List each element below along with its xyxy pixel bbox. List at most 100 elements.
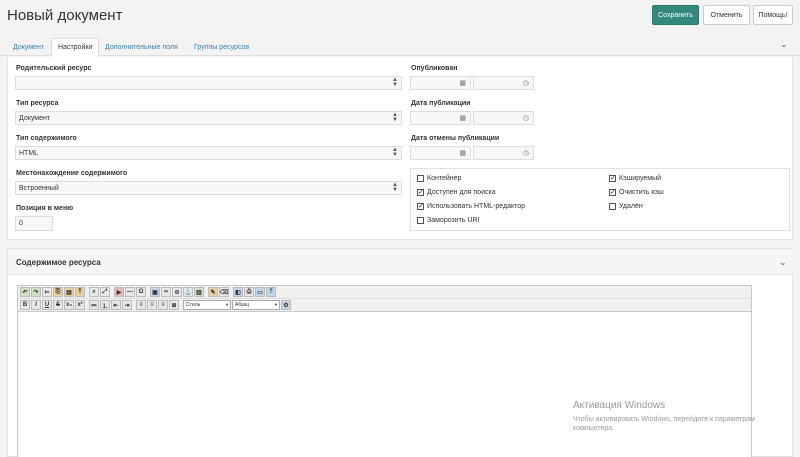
style-select[interactable]: Стиль ▼ — [183, 300, 231, 310]
save-button[interactable]: Сохранить — [652, 5, 699, 25]
strikethrough-icon[interactable]: S — [53, 300, 63, 310]
checkbox-box[interactable] — [417, 217, 424, 224]
publish-time-input[interactable]: ◷ — [473, 111, 534, 125]
bold-icon[interactable]: B — [20, 300, 30, 310]
bullet-list-icon[interactable]: ≔ — [89, 300, 99, 310]
indent-icon[interactable]: ⇥ — [122, 300, 132, 310]
outdent-icon[interactable]: ⇤ — [111, 300, 121, 310]
published-date-input[interactable]: ▦ — [410, 76, 471, 90]
toolbar-separator — [111, 287, 113, 297]
help-icon[interactable]: ? — [266, 287, 276, 297]
checkbox-html-editor[interactable]: ✓ Использовать HTML-редактор — [417, 203, 525, 210]
select-arrows-icon: ▲ ▼ — [392, 147, 398, 158]
chevron-down-icon: ▼ — [274, 302, 278, 307]
checkbox-box[interactable]: ✓ — [609, 175, 616, 182]
chevron-down-icon[interactable]: ⌄ — [779, 257, 787, 268]
find-icon[interactable]: ⌕ — [89, 287, 99, 297]
link-icon[interactable]: ∞ — [161, 287, 171, 297]
parent-resource-label: Родительский ресурс — [16, 65, 92, 72]
underline-icon[interactable]: U — [42, 300, 52, 310]
italic-icon[interactable]: I — [31, 300, 41, 310]
tab-resource-groups[interactable]: Группы ресурсов — [188, 39, 255, 56]
published-label: Опубликован — [411, 65, 458, 72]
align-justify-icon[interactable]: ≣ — [169, 300, 179, 310]
checkbox-cacheable[interactable]: ✓ Кэшируемый — [609, 175, 661, 182]
print-icon[interactable]: ⎙ — [244, 287, 254, 297]
special-char-icon[interactable]: Ω — [136, 287, 146, 297]
format-select[interactable]: Абзац ▼ — [232, 300, 280, 310]
calendar-icon: ▦ — [459, 150, 466, 157]
tab-settings[interactable]: Настройки — [51, 38, 100, 57]
redo-icon[interactable]: ↷ — [31, 287, 41, 297]
toolbar-separator — [205, 287, 207, 297]
checkbox-box[interactable] — [417, 175, 424, 182]
checkbox-container-label: Контейнер — [427, 175, 462, 182]
toolbar-separator — [86, 300, 88, 310]
modx-link-icon[interactable]: ⚙ — [281, 300, 291, 310]
checkbox-clear-cache[interactable]: ✓ Очистить кэш — [609, 189, 664, 196]
cancel-button[interactable]: Отменить — [703, 5, 750, 25]
unpublish-time-input[interactable]: ◷ — [473, 146, 534, 160]
calendar-icon: ▦ — [459, 115, 466, 122]
publish-date-label: Дата публикации — [411, 100, 471, 107]
content-type-select[interactable]: HTML ▲ ▼ — [15, 146, 402, 160]
content-location-select[interactable]: Встроенный ▲ ▼ — [15, 181, 402, 195]
resource-type-value: Документ — [19, 114, 51, 122]
code-icon[interactable]: ◧ — [233, 287, 243, 297]
parent-resource-select[interactable]: ▲ ▼ — [15, 76, 402, 90]
paste-icon[interactable]: ▤ — [64, 287, 74, 297]
table-icon[interactable]: ▥ — [194, 287, 204, 297]
options-checkbox-group: Контейнер ✓ Доступен для поиска ✓ Использо… — [410, 168, 790, 231]
checkbox-box[interactable]: ✓ — [417, 203, 424, 210]
editor-toolbar-top: ↶ ↷ ✂ ⎘ ▤ T ⌕ ⤢ ▶ — Ω ▣ ∞ ⊘ ⚓ ▥ ✎ ⌫ ◧ ⎙ … — [18, 286, 751, 299]
chevron-down-icon[interactable]: ⌄ — [780, 39, 788, 50]
menu-position-input[interactable]: 0 — [15, 216, 53, 231]
windows-activation-subtitle: Чтобы активировать Windows, перейдите к … — [573, 416, 755, 432]
toolbar-separator — [133, 300, 135, 310]
superscript-icon[interactable]: x² — [75, 300, 85, 310]
anchor-icon[interactable]: ⚓ — [183, 287, 193, 297]
align-right-icon[interactable]: ≡ — [158, 300, 168, 310]
image-icon[interactable]: ▣ — [150, 287, 160, 297]
hr-icon[interactable]: — — [125, 287, 135, 297]
checkbox-searchable[interactable]: ✓ Доступен для поиска — [417, 189, 496, 196]
checkbox-deleted-label: Удалён — [619, 203, 643, 210]
media-icon[interactable]: ▶ — [114, 287, 124, 297]
toolbar-separator — [230, 287, 232, 297]
page-title: Новый документ — [7, 7, 123, 24]
undo-icon[interactable]: ↶ — [20, 287, 30, 297]
checkbox-deleted[interactable]: Удалён — [609, 203, 643, 210]
cut-icon[interactable]: ✂ — [42, 287, 52, 297]
unpublish-date-input[interactable]: ▦ — [410, 146, 471, 160]
resource-type-select[interactable]: Документ ▲ ▼ — [15, 111, 402, 125]
resource-type-label: Тип ресурса — [16, 100, 59, 107]
checkbox-box[interactable]: ✓ — [417, 189, 424, 196]
help-button[interactable]: Помощь! — [753, 5, 793, 25]
checkbox-box[interactable] — [609, 203, 616, 210]
align-center-icon[interactable]: ≡ — [147, 300, 157, 310]
tab-extra-fields[interactable]: Дополнительные поля — [99, 39, 184, 56]
checkbox-container[interactable]: Контейнер — [417, 175, 461, 182]
paste-text-icon[interactable]: T — [75, 287, 85, 297]
checkbox-cacheable-label: Кэшируемый — [619, 175, 662, 182]
tab-document[interactable]: Документ — [7, 39, 50, 56]
copy-icon[interactable]: ⎘ — [53, 287, 63, 297]
align-left-icon[interactable]: ≡ — [136, 300, 146, 310]
subscript-icon[interactable]: x₂ — [64, 300, 74, 310]
editor-toolbar-bottom: B I U S x₂ x² ≔ ⒈ ⇤ ⇥ ≡ ≡ ≡ ≣ Стиль ▼ Абз… — [18, 299, 751, 312]
checkbox-box[interactable]: ✓ — [609, 189, 616, 196]
unlink-icon[interactable]: ⊘ — [172, 287, 182, 297]
content-section-header[interactable]: Содержимое ресурса ⌄ — [8, 249, 794, 275]
fullscreen-icon[interactable]: ⤢ — [100, 287, 110, 297]
publish-date-input[interactable]: ▦ — [410, 111, 471, 125]
format-select-value: Абзац — [235, 302, 250, 308]
published-time-input[interactable]: ◷ — [473, 76, 534, 90]
remove-format-icon[interactable]: ⌫ — [219, 287, 229, 297]
numbered-list-icon[interactable]: ⒈ — [100, 300, 110, 310]
cleanup-icon[interactable]: ✎ — [208, 287, 218, 297]
unpublish-date-label: Дата отмены публикации — [411, 135, 500, 142]
checkbox-freeze-uri-label: Заморозить URI — [427, 217, 480, 224]
preview-icon[interactable]: ▭ — [255, 287, 265, 297]
toolbar-separator — [147, 287, 149, 297]
checkbox-freeze-uri[interactable]: Заморозить URI — [417, 217, 480, 224]
